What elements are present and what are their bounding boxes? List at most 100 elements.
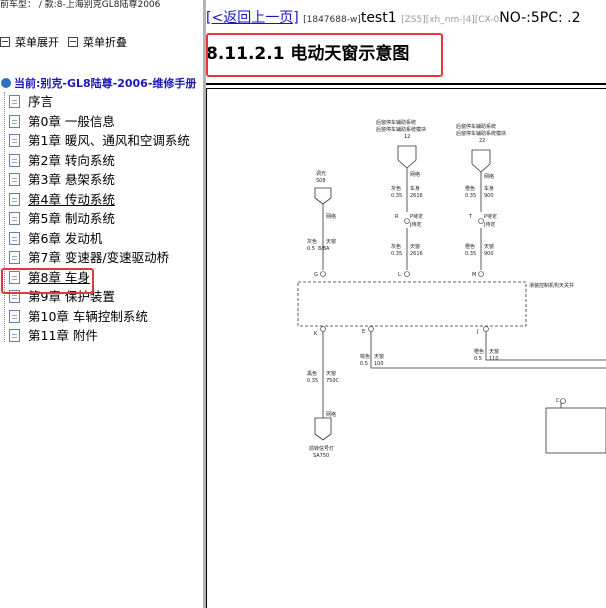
b2-color: 棕色: [360, 353, 370, 360]
back-link[interactable]: [<返回上一页]: [206, 10, 299, 26]
c2-bot-circuit: 2616: [410, 251, 423, 257]
c3-top-circuit: 900: [484, 193, 494, 199]
module-right-label-1: 后窗停车辅助系统: [456, 123, 496, 130]
c2-bot-color: 灰色: [391, 243, 401, 250]
document-icon: [9, 95, 20, 108]
c3-top-gauge: 0.35: [465, 193, 476, 199]
module-left-label-2: 后窗停车辅助系统模块: [376, 126, 426, 133]
module-connector-left-top: [397, 145, 417, 169]
vehicle-info-text: 前车型： / 款:8-上海别克GL8陆尊2006: [0, 0, 161, 10]
c3-top-pin: 车身: [484, 185, 494, 192]
c1-pin: 天窗: [326, 238, 336, 245]
pin-k: K: [314, 331, 318, 337]
c1-color: 灰色: [307, 238, 317, 245]
network-label-bottom: 网络: [326, 411, 336, 418]
c2-top-pin: 车身: [410, 185, 420, 192]
ground-label-2: SA750: [313, 453, 329, 459]
c2-top-color: 灰色: [391, 185, 401, 192]
c2-top-circuit: 2616: [410, 193, 423, 199]
book-icon: [1, 78, 11, 88]
b1-circuit: 750C: [326, 378, 340, 384]
c3-mid-text2: J待定: [483, 221, 495, 228]
meta-dark-text: NO-:5PC: .2: [499, 10, 581, 26]
document-icon: [9, 212, 20, 225]
tree-item-chapter-10[interactable]: 第10章 车辆控制系统: [6, 307, 148, 326]
expand-icon: [0, 37, 10, 47]
menu-toolbar: 菜单展开 菜单折叠: [0, 34, 203, 52]
document-icon: [9, 329, 20, 342]
c3-top-color: 橙色: [465, 185, 475, 192]
pin-e: E: [362, 329, 365, 335]
b2-circuit: 100: [374, 361, 384, 367]
dimmer-label-1: 调光: [316, 170, 326, 177]
pin-m: M: [472, 272, 476, 278]
b3-color: 橙色: [474, 348, 484, 355]
c3-mid-text1: P待定: [484, 213, 497, 220]
c3-bot-circuit: 900: [484, 251, 494, 257]
highlight-box-title: [206, 33, 443, 77]
pin-c: C: [556, 398, 560, 404]
c1-gauge: 0.5: [307, 246, 315, 252]
c1-circuit: 8/8A: [318, 246, 330, 252]
tree-item-chapter-11[interactable]: 第11章 附件: [6, 326, 98, 345]
menu-expand-button[interactable]: 菜单展开: [0, 34, 59, 52]
sunroof-module-box: [297, 281, 527, 327]
content-panel: [<返回上一页] [1847688-w]test1 [ZS5][xh_nm-|4…: [206, 0, 606, 608]
connector-module-box-right: [545, 407, 606, 454]
document-icon: [9, 251, 20, 264]
c3-bot-gauge: 0.35: [465, 251, 476, 257]
doc-id-text: [1847688-w]: [303, 15, 361, 25]
diagram-labels: 后窗停车辅助系统 后窗停车辅助系统模块 12 后窗停车辅助系统 后窗停车辅助系统…: [307, 119, 574, 459]
b2-gauge: 0.5: [360, 361, 368, 367]
test-label: test1: [360, 10, 397, 26]
collapse-icon: [68, 37, 78, 47]
network-label-left: 网络: [326, 213, 336, 220]
b3-pin: 天窗: [489, 348, 499, 355]
dimmer-label-2: S08: [316, 178, 326, 184]
meta-grey-text: [ZS5][xh_nm-|4][CX-0: [401, 15, 500, 25]
b1-color: 黑色: [307, 370, 317, 377]
module-label: 滑装控制机构天关井: [529, 282, 574, 289]
b1-pin: 天窗: [326, 370, 336, 377]
c3-mid-t: T: [468, 214, 473, 220]
c2-mid-text1: P待定: [410, 213, 423, 220]
document-icon: [9, 153, 20, 167]
tree-item-chapter-7[interactable]: 第7章 变速器/变速驱动桥: [6, 248, 169, 267]
tree-item-preface[interactable]: 序言: [6, 92, 53, 111]
c2-top-gauge: 0.35: [391, 193, 402, 199]
tree-item-chapter-0[interactable]: 第0章 一般信息: [6, 112, 115, 131]
c2-mid-text2: J待定: [409, 221, 421, 228]
tree-item-chapter-2[interactable]: 第2章 转向系统: [6, 151, 115, 170]
tree-item-chapter-4[interactable]: 第4章 传动系统: [6, 190, 115, 209]
pin-l: L: [398, 272, 401, 278]
tree-root-current-manual[interactable]: 当前:别克-GL8陆尊-2006-维修手册: [0, 76, 196, 92]
sunroof-wiring-diagram: 后窗停车辅助系统 后窗停车辅助系统模块 12 后窗停车辅助系统 后窗停车辅助系统…: [297, 119, 606, 459]
tree-item-chapter-3[interactable]: 第3章 悬架系统: [6, 170, 115, 189]
module-connector-right-top: [471, 149, 491, 173]
module-right-number: 22: [479, 138, 485, 144]
tree-item-chapter-5[interactable]: 第5章 制动系统: [6, 209, 115, 228]
tree-item-chapter-1[interactable]: 第1章 暖风、通风和空调系统: [6, 131, 190, 150]
pin-j: J: [476, 329, 478, 335]
document-icon: [9, 231, 20, 245]
document-icon: [9, 173, 20, 186]
b2-pin: 天窗: [374, 353, 384, 360]
c3-bot-pin: 天窗: [484, 243, 494, 250]
b3-circuit: 110: [489, 356, 499, 362]
b1-gauge: 0.35: [307, 378, 318, 384]
title-divider: [206, 83, 606, 85]
module-left-label-1: 后窗停车辅助系统: [376, 119, 416, 126]
content-nav-line: [<返回上一页] [1847688-w]test1 [ZS5][xh_nm-|4…: [206, 9, 581, 27]
network-label-mid: 网络: [410, 171, 420, 178]
c3-bot-color: 橙色: [465, 243, 475, 250]
b3-gauge: 0.5: [474, 356, 482, 362]
tree-item-chapter-6[interactable]: 第6章 发动机: [6, 229, 102, 248]
network-label-right: 网络: [484, 173, 494, 180]
navigation-panel: 菜单展开 菜单折叠 当前:别克-GL8陆尊-2006-维修手册 序言 第0章 一…: [0, 10, 203, 608]
ground-connector: [314, 417, 332, 441]
module-left-number: 12: [404, 134, 410, 140]
document-icon: [9, 309, 20, 323]
c2-bot-pin: 天窗: [410, 243, 420, 250]
module-right-label-2: 后窗停车辅助系统模块: [456, 130, 506, 137]
menu-collapse-button[interactable]: 菜单折叠: [68, 34, 127, 52]
